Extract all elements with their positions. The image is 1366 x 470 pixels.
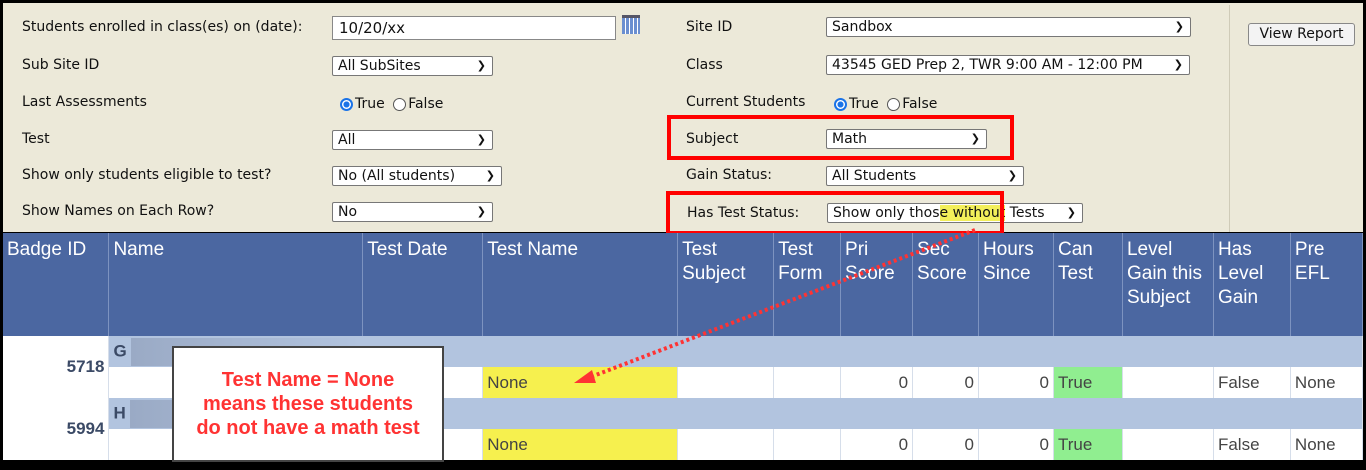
annotation-arrow xyxy=(574,228,976,383)
